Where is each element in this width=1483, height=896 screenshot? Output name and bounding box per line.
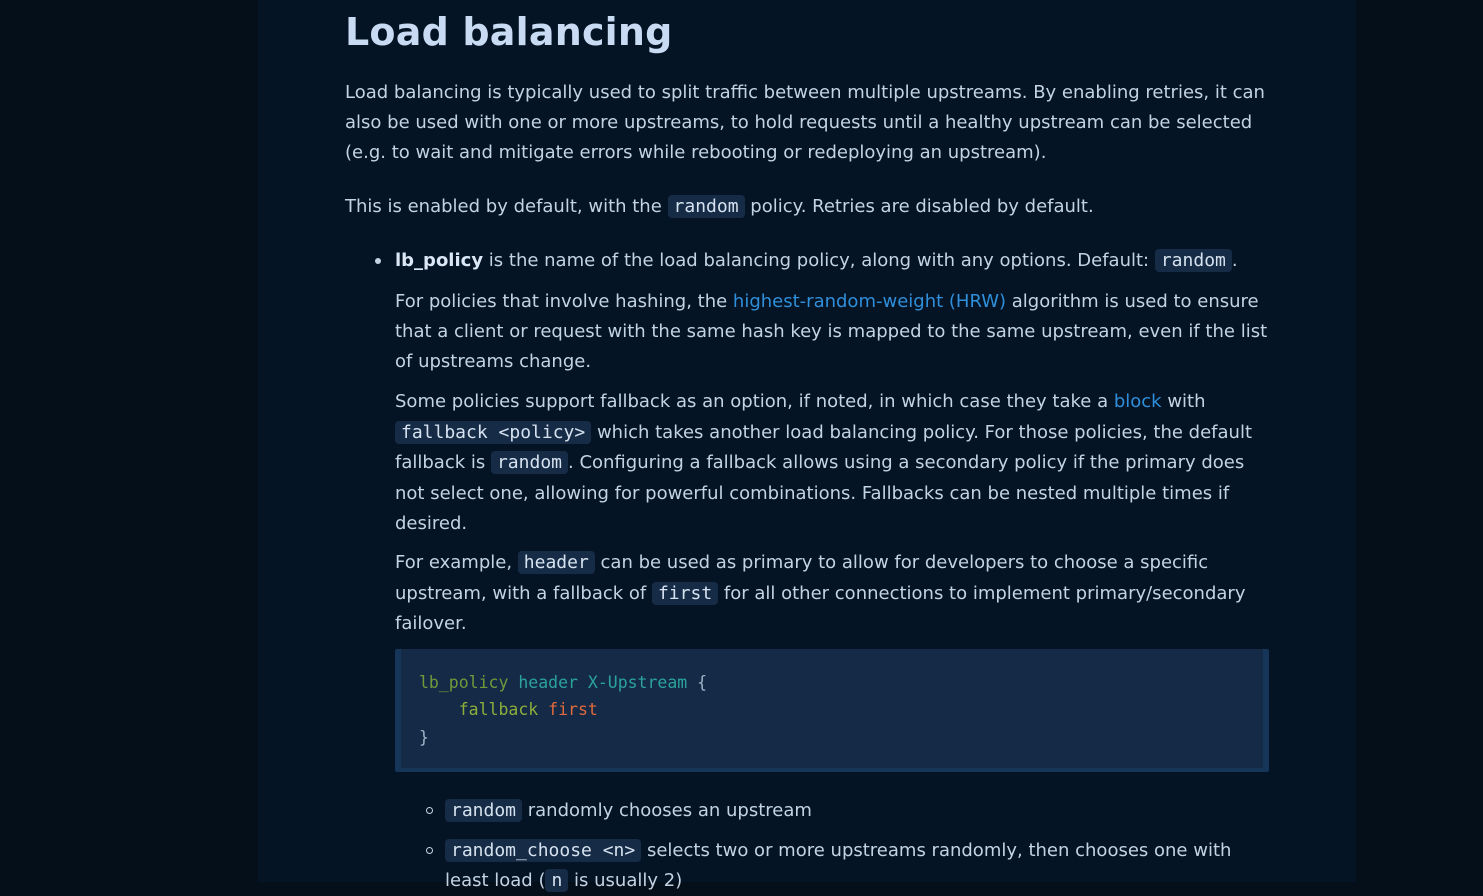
inline-code-fallback-policy: fallback <policy> — [395, 420, 592, 444]
inline-code-policy-random-choose: random_choose <n> — [445, 839, 642, 862]
bullet-circle — [426, 847, 433, 854]
code-subdirective: fallback — [458, 700, 539, 719]
inline-code-first: first — [651, 581, 719, 605]
inline-code-header: header — [517, 551, 595, 574]
code-block-body: lb_policy header X-Upstream { fallback f… — [401, 649, 1263, 768]
code-brace: } — [419, 728, 429, 747]
code-block[interactable]: lb_policy header X-Upstream { fallback f… — [395, 649, 1269, 772]
fallback-paragraph: Some policies support fallback as an opt… — [395, 391, 1253, 534]
list-item-random: random randomly chooses an upstream — [426, 796, 1270, 826]
example-paragraph: For example, header can be used as prima… — [395, 551, 1246, 634]
bullet-circle — [426, 807, 433, 814]
inline-code-random: random — [667, 195, 745, 218]
code-arg: X-Upstream — [587, 673, 688, 692]
intro-paragraph: Load balancing is typically used to spli… — [345, 82, 1265, 163]
inline-code-n: n — [545, 869, 569, 892]
docs-page: Load balancing Load balancing is typical… — [0, 0, 1483, 892]
code-line-3: } — [419, 724, 429, 751]
default-paragraph: This is enabled by default, with the ran… — [345, 195, 1094, 218]
term-lb-policy: lb_policy — [395, 250, 484, 271]
block-link[interactable]: block — [1114, 391, 1162, 412]
page-title: Load balancing — [345, 10, 673, 54]
code-directive: lb_policy — [419, 673, 509, 692]
code-value: first — [548, 700, 598, 719]
hrw-paragraph: For policies that involve hashing, the h… — [395, 291, 1268, 372]
article-column: Load balancing Load balancing is typical… — [258, 0, 1356, 892]
list-item-lb-policy: lb_policy is the name of the load balanc… — [375, 246, 1270, 276]
code-line-2: fallback first — [419, 696, 598, 723]
hrw-link[interactable]: highest-random-weight (HRW) — [733, 291, 1006, 312]
bullet-dot — [375, 258, 381, 264]
inline-code-fallback-random: random — [490, 451, 568, 474]
code-brace: { — [697, 673, 708, 692]
code-arg: header — [518, 673, 578, 692]
code-line-1: lb_policy header X-Upstream { — [419, 669, 707, 696]
inline-code-default-random: random — [1154, 249, 1232, 272]
list-item-random-choose: random_choose <n> selects two or more up… — [426, 836, 1270, 896]
inline-code-policy-random: random — [445, 799, 523, 822]
